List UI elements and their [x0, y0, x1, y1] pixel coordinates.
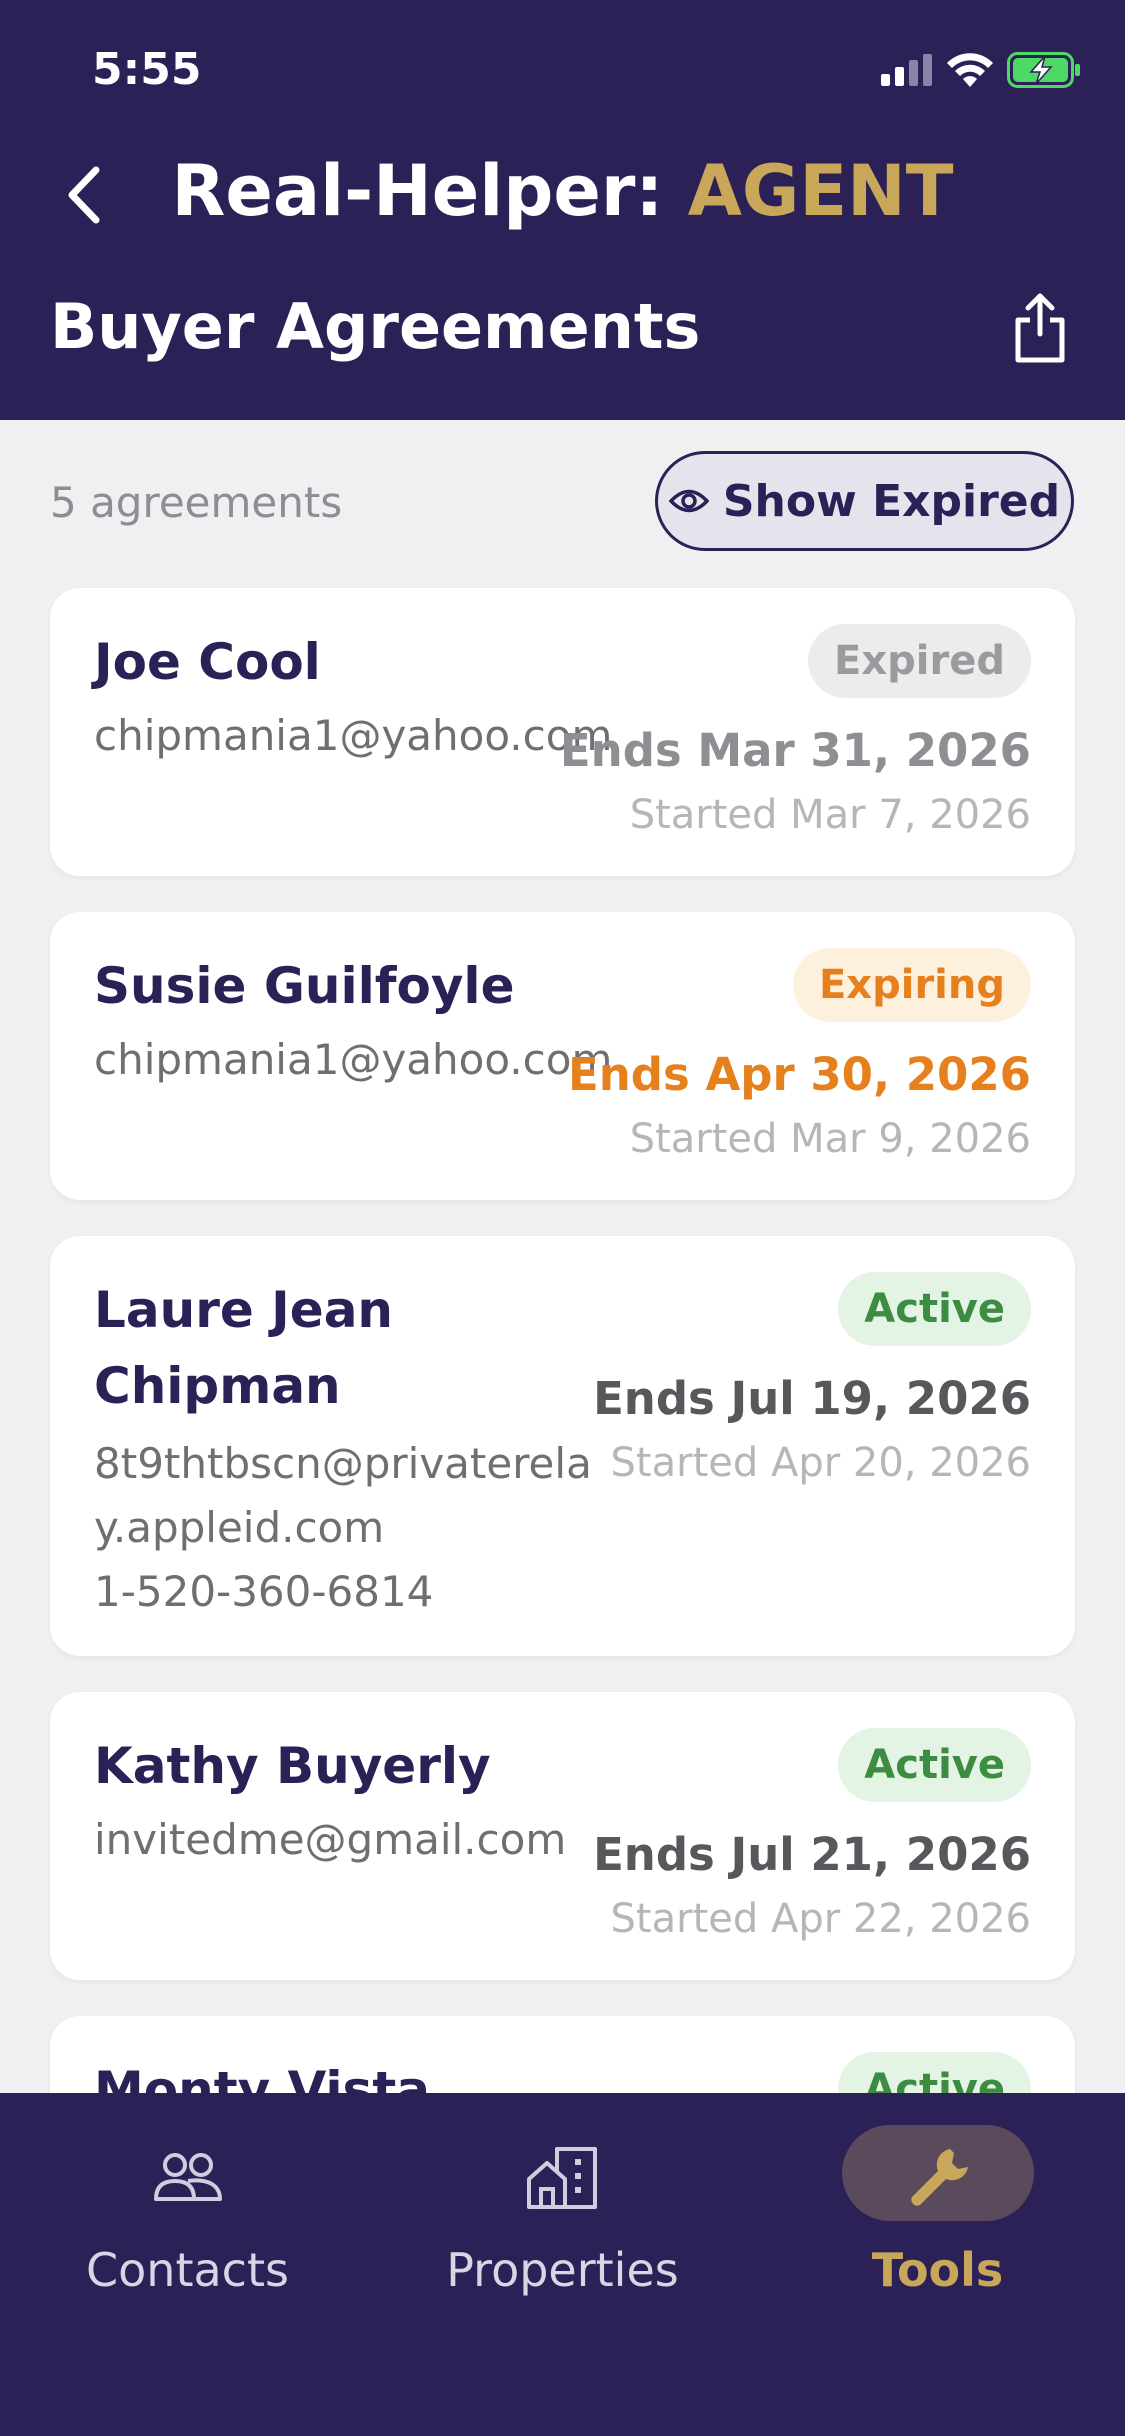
- start-date: Started Apr 20, 2026: [610, 1440, 1031, 1486]
- show-expired-button[interactable]: Show Expired: [655, 451, 1074, 551]
- tab-contacts-label: Contacts: [86, 2243, 289, 2297]
- buyer-name: Joe Cool: [94, 633, 321, 691]
- buyer-email: chipmania1@yahoo.com: [94, 1035, 613, 1084]
- people-icon: [153, 2153, 222, 2201]
- wrench-icon: [910, 2149, 968, 2206]
- end-date: Ends Mar 31, 2026: [559, 724, 1031, 777]
- buyer-email: chipmania1@yahoo.com: [94, 711, 613, 760]
- status-time: 5:55: [92, 44, 202, 95]
- tab-contacts[interactable]: Contacts: [0, 2093, 375, 2297]
- status-badge: Expiring: [792, 948, 1031, 1022]
- app-title: Real-Helper: AGENT: [0, 150, 1125, 232]
- buyer-name: Laure Jean Chipman: [94, 1281, 394, 1415]
- wifi-icon: [947, 53, 993, 87]
- tab-properties-label: Properties: [446, 2243, 679, 2297]
- share-icon[interactable]: [1010, 290, 1070, 364]
- buyer-name: Susie Guilfoyle: [94, 957, 515, 1015]
- agreement-card[interactable]: Laure Jean Chipman 8t9thtbscn@privaterel…: [50, 1236, 1075, 1656]
- buyer-name: Kathy Buyerly: [94, 1737, 491, 1795]
- tab-tools-label: Tools: [871, 2243, 1004, 2297]
- status-badge: Active: [838, 1272, 1031, 1346]
- start-date: Started Mar 9, 2026: [629, 1116, 1031, 1162]
- end-date: Ends Jul 19, 2026: [593, 1372, 1031, 1425]
- buyer-phone: 1-520-360-6814: [94, 1567, 434, 1616]
- app-title-accent: AGENT: [687, 150, 954, 232]
- battery-charging-icon: [1007, 52, 1080, 88]
- status-badge: Active: [838, 1728, 1031, 1802]
- status-icons: [881, 50, 1081, 90]
- tab-properties[interactable]: Properties: [375, 2093, 750, 2297]
- end-date: Ends Jul 21, 2026: [593, 1828, 1031, 1881]
- app-title-prefix: Real-Helper:: [171, 150, 688, 232]
- bottom-tab-bar: Contacts Properties Tools: [0, 2093, 1125, 2436]
- status-badge: Expired: [808, 624, 1031, 698]
- tab-tools[interactable]: Tools: [750, 2093, 1125, 2297]
- start-date: Started Mar 7, 2026: [629, 792, 1031, 838]
- agreement-card[interactable]: Susie Guilfoyle chipmania1@yahoo.com Exp…: [50, 912, 1075, 1200]
- end-date: Ends Apr 30, 2026: [568, 1048, 1031, 1101]
- agreement-count: 5 agreements: [50, 478, 343, 527]
- buyer-email: invitedme@gmail.com: [94, 1815, 567, 1864]
- page-title: Buyer Agreements: [50, 290, 701, 363]
- buyer-email: 8t9thtbscn@privaterelay.appleid.com: [94, 1439, 592, 1552]
- agreement-card[interactable]: Kathy Buyerly invitedme@gmail.com Active…: [50, 1692, 1075, 1980]
- eye-icon: [668, 489, 709, 513]
- agreement-card[interactable]: Joe Cool chipmania1@yahoo.com Expired En…: [50, 588, 1075, 876]
- buildings-icon: [526, 2147, 597, 2209]
- app-header: 5:55 Real-Helper: AGENT Buyer Agreements: [0, 0, 1125, 420]
- signal-icon: [881, 54, 932, 86]
- start-date: Started Apr 22, 2026: [610, 1896, 1031, 1942]
- show-expired-label: Show Expired: [722, 475, 1061, 527]
